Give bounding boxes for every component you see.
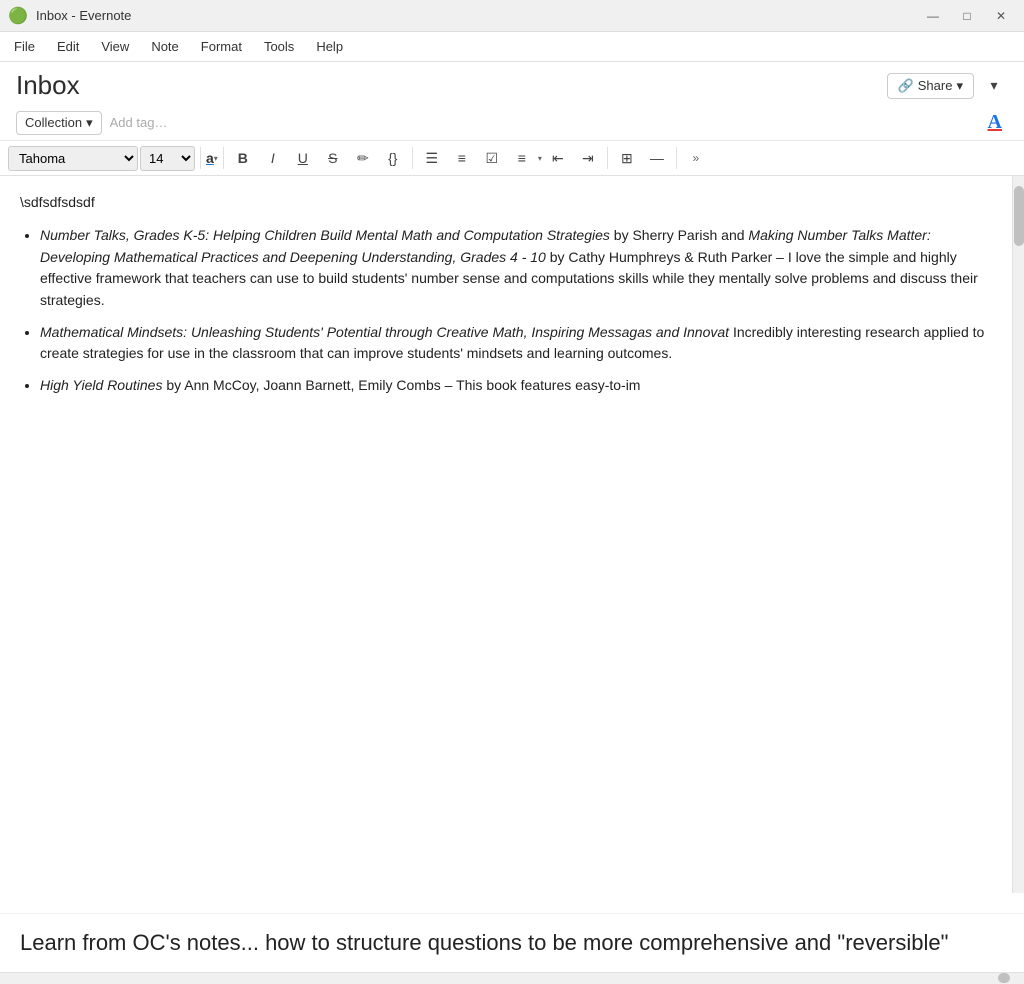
bold-button[interactable]: B — [229, 145, 257, 171]
bullet-list: Number Talks, Grades K-5: Helping Childr… — [40, 225, 992, 397]
font-family-select[interactable]: Tahoma — [8, 146, 138, 171]
expand-toolbar-button[interactable]: » — [682, 145, 710, 171]
list-item-1-suffix: by Sherry Parish and — [614, 227, 749, 243]
font-size-select[interactable]: 14 — [140, 146, 195, 171]
menu-view[interactable]: View — [91, 35, 139, 58]
scrollbar-thumb[interactable] — [1014, 186, 1024, 246]
toolbar-separator-2 — [223, 147, 224, 169]
outdent-button[interactable]: ⇤ — [544, 145, 572, 171]
menu-tools[interactable]: Tools — [254, 35, 304, 58]
window-title: Inbox - Evernote — [36, 8, 131, 23]
title-bar: 🟢 Inbox - Evernote — □ ✕ — [0, 0, 1024, 32]
bottom-scrollbar[interactable] — [0, 972, 1024, 984]
collection-label: Collection — [25, 115, 82, 130]
bottom-scrollbar-thumb[interactable] — [998, 973, 1010, 983]
align-button[interactable]: ≡ — [508, 145, 536, 171]
highlight-button[interactable]: ✏ — [349, 145, 377, 171]
share-button[interactable]: 🔗 Share ▾ — [887, 73, 974, 99]
list-item: Mathematical Mindsets: Unleashing Studen… — [40, 322, 992, 365]
menu-note[interactable]: Note — [141, 35, 188, 58]
rule-button[interactable]: — — [643, 145, 671, 171]
path-text: \sdfsdfsdsdf — [20, 192, 992, 213]
toolbar-separator-4 — [607, 147, 608, 169]
list-item-1-italic: Number Talks, Grades K-5: Helping Childr… — [40, 227, 610, 243]
add-tag-field[interactable]: Add tag… — [110, 115, 168, 130]
share-label: Share — [918, 78, 953, 93]
note-header: Inbox 🔗 Share ▾ ▾ — [0, 62, 1024, 105]
list-item-3-suffix: by Ann McCoy, Joann Barnett, Emily Combs… — [166, 377, 640, 393]
list-item: Number Talks, Grades K-5: Helping Childr… — [40, 225, 992, 312]
toolbar-separator-1 — [200, 147, 201, 169]
menu-help[interactable]: Help — [306, 35, 353, 58]
header-actions: 🔗 Share ▾ ▾ — [887, 73, 1008, 99]
list-item: High Yield Routines by Ann McCoy, Joann … — [40, 375, 992, 397]
code-button[interactable]: {} — [379, 145, 407, 171]
underline-button[interactable]: U — [289, 145, 317, 171]
share-dropdown-arrow: ▾ — [956, 78, 963, 94]
more-options-button[interactable]: ▾ — [980, 73, 1008, 99]
checkbox-button[interactable]: ☑ — [478, 145, 506, 171]
toolbar-separator-5 — [676, 147, 677, 169]
bullet-list-button[interactable]: ☰ — [418, 145, 446, 171]
font-color-a-label: a — [206, 150, 214, 166]
align-dropdown-arrow: ▾ — [538, 154, 542, 163]
indent-button[interactable]: ⇥ — [574, 145, 602, 171]
bottom-note: Learn from OC's notes... how to structur… — [0, 913, 1024, 972]
maximize-button[interactable]: □ — [952, 6, 982, 26]
menu-bar: File Edit View Note Format Tools Help — [0, 32, 1024, 62]
tag-bar: Collection ▾ Add tag… A — [0, 105, 1024, 141]
numbered-list-button[interactable]: ≡ — [448, 145, 476, 171]
menu-edit[interactable]: Edit — [47, 35, 89, 58]
note-title: Inbox — [16, 70, 80, 101]
vertical-scrollbar[interactable] — [1012, 176, 1024, 893]
menu-file[interactable]: File — [4, 35, 45, 58]
app-icon: 🟢 — [8, 6, 28, 26]
close-button[interactable]: ✕ — [986, 6, 1016, 26]
share-icon: 🔗 — [898, 78, 914, 94]
content-area: \sdfsdfsdsdf Number Talks, Grades K-5: H… — [0, 176, 1024, 893]
menu-format[interactable]: Format — [191, 35, 252, 58]
list-item-2-italic: Mathematical Mindsets: Unleashing Studen… — [40, 324, 729, 340]
italic-button[interactable]: I — [259, 145, 287, 171]
toolbar-separator-3 — [412, 147, 413, 169]
collection-dropdown-icon: ▾ — [86, 115, 93, 131]
minimize-button[interactable]: — — [918, 6, 948, 26]
title-bar-left: 🟢 Inbox - Evernote — [8, 6, 131, 26]
list-item-3-italic: High Yield Routines — [40, 377, 162, 393]
font-color-button[interactable]: A — [982, 109, 1008, 136]
strikethrough-button[interactable]: S — [319, 145, 347, 171]
collection-button[interactable]: Collection ▾ — [16, 111, 102, 135]
font-color-dropdown-icon: ▾ — [214, 154, 218, 163]
font-color-toolbar-btn[interactable]: a ▾ — [206, 150, 218, 166]
format-toolbar: Tahoma 14 a ▾ B I U S ✏ {} ☰ ≡ ☑ ≡ ▾ ⇤ ⇥… — [0, 141, 1024, 176]
table-button[interactable]: ⊞ — [613, 145, 641, 171]
window-controls: — □ ✕ — [918, 6, 1016, 26]
note-content-body[interactable]: \sdfsdfsdsdf Number Talks, Grades K-5: H… — [0, 176, 1012, 893]
